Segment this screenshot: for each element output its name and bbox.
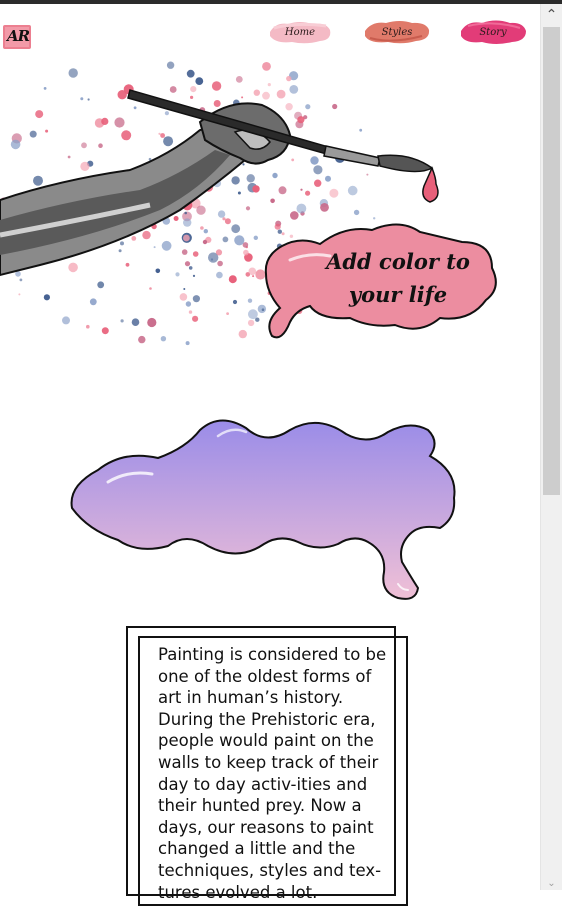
nav-home[interactable]: Home <box>266 14 334 50</box>
chevron-down-icon[interactable]: ⌄ <box>541 876 562 890</box>
nav-styles-label: Styles <box>381 26 413 38</box>
hero-tagline: Add color to your life <box>318 245 478 311</box>
tagline-line-1: Add color to <box>326 249 470 274</box>
tagline-line-2: your life <box>348 282 448 307</box>
logo-text: AR <box>7 27 30 45</box>
nav-story-label: Story <box>479 26 507 38</box>
scrollbar-thumb[interactable] <box>543 27 560 495</box>
story-paragraph: Painting is considered to be one of the … <box>158 645 387 902</box>
purple-paint-blob <box>68 412 468 612</box>
nav-styles[interactable]: Styles <box>362 14 432 50</box>
site-logo[interactable]: AR <box>2 23 32 51</box>
chevron-up-icon[interactable]: ⌃ <box>541 4 562 26</box>
window-top-edge <box>0 0 562 4</box>
paint-blob-illustration <box>70 419 456 600</box>
hero-illustration: Add color to your life <box>0 60 540 380</box>
story-text-box: Painting is considered to be one of the … <box>126 626 408 906</box>
paint-splatter-arm-illustration <box>0 61 497 346</box>
nav-story[interactable]: Story <box>458 14 528 50</box>
nav-home-label: Home <box>284 26 316 38</box>
